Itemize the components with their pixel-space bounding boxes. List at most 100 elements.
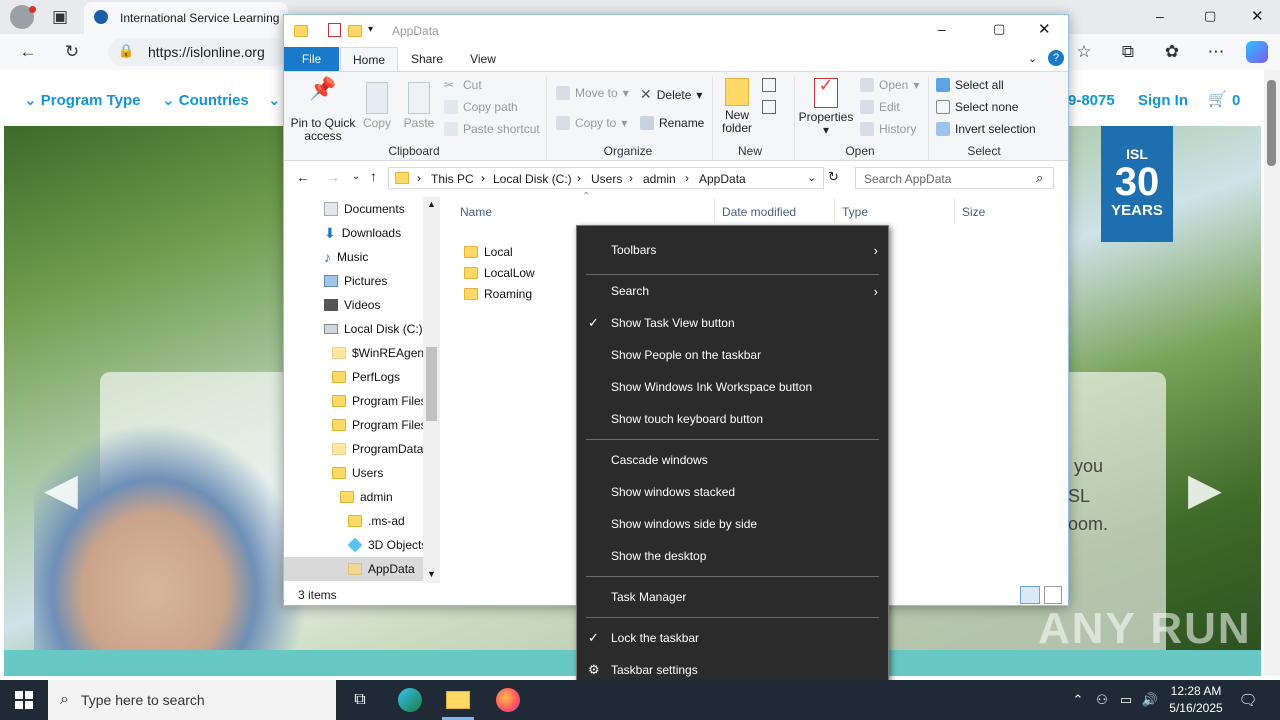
- breadcrumb-sep-icon[interactable]: ›: [685, 171, 689, 185]
- cart-icon[interactable]: 🛒: [1208, 90, 1227, 108]
- tab-file[interactable]: File: [284, 47, 339, 71]
- close-icon[interactable]: ✕: [1251, 7, 1264, 25]
- rename-button[interactable]: Rename: [640, 116, 704, 130]
- quick-access-newfolder-icon[interactable]: [348, 25, 362, 37]
- easy-access-icon[interactable]: [762, 100, 776, 114]
- column-divider[interactable]: [834, 197, 835, 223]
- address-dropdown-icon[interactable]: ⌄: [807, 171, 816, 184]
- search-icon[interactable]: ⌕: [1036, 170, 1043, 186]
- explorer-close-icon[interactable]: ✕: [1038, 20, 1051, 38]
- file-row[interactable]: Roaming: [464, 283, 532, 304]
- cut-button[interactable]: ✂ Cut: [444, 78, 482, 92]
- explorer-back-icon[interactable]: ←: [296, 169, 310, 185]
- tree-item[interactable]: Videos: [324, 293, 380, 317]
- tree-item[interactable]: Users: [332, 461, 383, 485]
- clock[interactable]: 12:28 AM 5/16/2025: [1164, 683, 1228, 717]
- address-bar[interactable]: 🔒 https://islonline.org: [108, 38, 288, 66]
- move-to-button[interactable]: Move to ▾: [556, 86, 629, 100]
- page-scrollbar[interactable]: [1264, 70, 1280, 676]
- scroll-up-icon[interactable]: ▲: [427, 199, 436, 209]
- breadcrumb-admin[interactable]: admin: [643, 172, 676, 186]
- paste-button[interactable]: Paste: [400, 82, 438, 130]
- column-header-type[interactable]: Type: [842, 205, 868, 219]
- explorer-address-bar[interactable]: › This PC › Local Disk (C:) › Users › ad…: [388, 167, 824, 189]
- column-divider[interactable]: [954, 197, 955, 223]
- carousel-prev-icon[interactable]: ◀: [44, 464, 78, 515]
- tree-item[interactable]: PerfLogs: [332, 365, 400, 389]
- tree-item[interactable]: Documents: [324, 197, 405, 221]
- tree-item[interactable]: $WinREAgent: [332, 341, 427, 365]
- quick-access-dropdown-icon[interactable]: ▾: [368, 24, 373, 35]
- menu-item-show-desktop[interactable]: Show the desktop: [577, 541, 888, 571]
- copilot-icon[interactable]: [1246, 41, 1268, 63]
- column-header-size[interactable]: Size: [962, 205, 985, 219]
- menu-item-search[interactable]: Search ›: [577, 276, 888, 306]
- nav-scrollbar-thumb[interactable]: [426, 347, 437, 421]
- copy-path-button[interactable]: Copy path: [444, 100, 518, 114]
- tree-item[interactable]: Program Files: [332, 413, 427, 437]
- file-explorer-taskbar-icon[interactable]: [444, 686, 472, 714]
- explorer-refresh-icon[interactable]: ↻: [828, 169, 839, 185]
- menu-item-stacked[interactable]: Show windows stacked: [577, 477, 888, 507]
- menu-item-task-manager[interactable]: Task Manager: [577, 582, 888, 612]
- refresh-icon[interactable]: ↻: [60, 40, 84, 64]
- up-icon[interactable]: ↑: [370, 168, 377, 184]
- menu-item-show-task-view[interactable]: ✓ Show Task View button: [577, 308, 888, 338]
- tab-home[interactable]: Home: [340, 47, 398, 71]
- tab-share[interactable]: Share: [404, 47, 450, 71]
- volume-icon[interactable]: 🔊: [1136, 686, 1164, 714]
- tree-item[interactable]: 3D Objects: [347, 533, 427, 557]
- delete-button[interactable]: ✕ Delete ▾: [640, 86, 702, 103]
- edge-browser-icon[interactable]: [396, 686, 424, 714]
- carousel-next-icon[interactable]: ▶: [1188, 464, 1222, 515]
- tree-item[interactable]: ♪ Music: [324, 245, 368, 269]
- taskbar-search-box[interactable]: ⌕ Type here to search: [48, 680, 336, 720]
- history-button[interactable]: History: [860, 122, 916, 136]
- favorites-icon[interactable]: ☆: [1072, 40, 1096, 64]
- extensions-icon[interactable]: ✿: [1160, 40, 1184, 64]
- column-header-date[interactable]: Date modified: [722, 205, 796, 219]
- explorer-minimize-icon[interactable]: –: [938, 21, 946, 37]
- task-view-icon[interactable]: ⧉: [346, 686, 374, 714]
- select-all-button[interactable]: Select all: [936, 78, 1004, 92]
- page-scrollbar-thumb[interactable]: [1267, 80, 1276, 166]
- explorer-maximize-icon[interactable]: ▢: [993, 21, 1005, 37]
- details-view-icon[interactable]: [1020, 586, 1040, 604]
- tab-view[interactable]: View: [460, 47, 506, 71]
- nav-pane-scrollbar[interactable]: ▲ ▼: [423, 197, 440, 583]
- breadcrumb-sep-icon[interactable]: ›: [417, 171, 421, 185]
- scroll-down-icon[interactable]: ▼: [427, 569, 436, 579]
- menu-item-lock-taskbar[interactable]: ✓ Lock the taskbar: [577, 623, 888, 653]
- breadcrumb-sep-icon[interactable]: ›: [629, 171, 633, 185]
- tree-item[interactable]: Local Disk (C:): [324, 317, 423, 341]
- tree-item[interactable]: admin: [340, 485, 393, 509]
- breadcrumb-users[interactable]: Users: [591, 172, 622, 186]
- collections-icon[interactable]: ⧉: [1116, 40, 1140, 64]
- paste-shortcut-button[interactable]: Paste shortcut: [444, 122, 540, 136]
- invert-selection-button[interactable]: Invert selection: [936, 122, 1036, 136]
- quick-access-properties-icon[interactable]: [328, 23, 341, 37]
- tab-actions-icon[interactable]: ▣: [48, 5, 72, 29]
- restore-icon[interactable]: ▢: [1204, 8, 1216, 24]
- recent-locations-icon[interactable]: ⌄: [352, 171, 360, 182]
- nav-more-chevron-icon[interactable]: ⌄: [268, 91, 281, 109]
- sign-in-link[interactable]: Sign In: [1138, 92, 1188, 109]
- large-icons-view-icon[interactable]: [1044, 586, 1062, 604]
- properties-button[interactable]: ✓ Properties ▾: [798, 76, 854, 137]
- browser-tab[interactable]: International Service Learning: [84, 2, 288, 34]
- copy-to-button[interactable]: Copy to ▾: [556, 116, 627, 130]
- firefox-icon[interactable]: [494, 686, 522, 714]
- ribbon-expand-icon[interactable]: ⌄: [1028, 52, 1037, 65]
- select-none-button[interactable]: Select none: [936, 100, 1018, 114]
- new-item-icon[interactable]: [762, 78, 776, 92]
- menu-item-toolbars[interactable]: Toolbars ›: [577, 235, 888, 265]
- explorer-forward-icon[interactable]: →: [326, 169, 340, 185]
- notifications-icon[interactable]: 🗨: [1234, 686, 1262, 714]
- edit-button[interactable]: Edit: [860, 100, 900, 114]
- tree-item-appdata-selected[interactable]: AppData: [348, 557, 415, 581]
- tree-item[interactable]: Pictures: [324, 269, 387, 293]
- breadcrumb-local-disk[interactable]: Local Disk (C:): [493, 172, 572, 186]
- phone-number[interactable]: 9-8075: [1068, 92, 1115, 109]
- tree-item[interactable]: .ms-ad: [348, 509, 405, 533]
- open-button[interactable]: Open ▾: [860, 78, 919, 92]
